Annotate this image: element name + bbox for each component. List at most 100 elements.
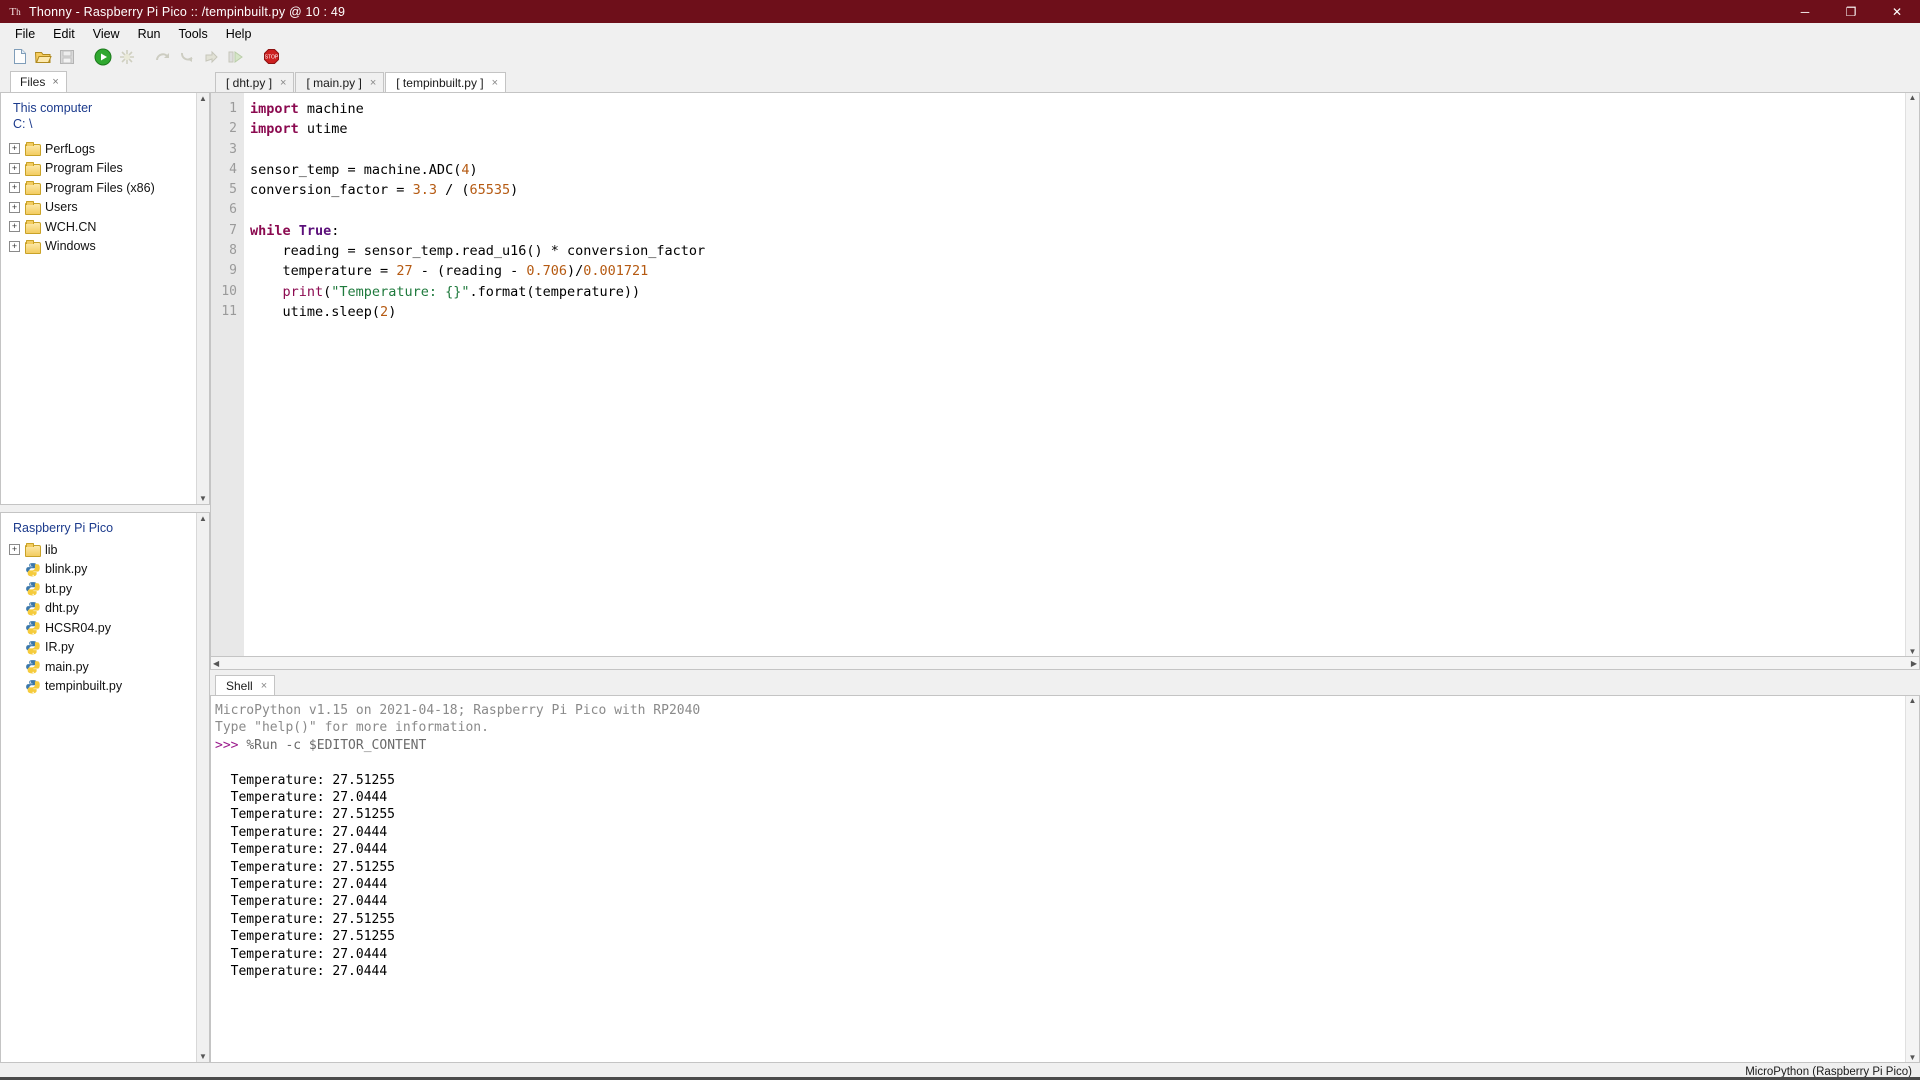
shell-output[interactable]: MicroPython v1.15 on 2021-04-18; Raspber… — [211, 696, 1905, 1062]
expand-icon[interactable]: + — [9, 162, 20, 174]
step-out-icon[interactable] — [200, 46, 222, 68]
menu-item-help[interactable]: Help — [217, 25, 261, 43]
expand-icon[interactable]: + — [9, 143, 20, 155]
expand-icon[interactable]: + — [9, 221, 20, 233]
files-tree-item-label: PerfLogs — [45, 141, 96, 156]
menu-item-run[interactable]: Run — [129, 25, 170, 43]
expander-placeholder — [9, 681, 20, 692]
files-panel-scrollbar[interactable]: ▲ ▼ — [196, 93, 209, 504]
editor-tab-label: [ main.py ] — [306, 75, 362, 90]
scrollbar-thumb[interactable] — [198, 105, 208, 492]
files-tree-item-label: Users — [45, 200, 78, 215]
interpreter-label[interactable]: MicroPython (Raspberry Pi Pico) — [1745, 1066, 1912, 1078]
device-tree-item-hcsr04[interactable]: HCSR04.py — [1, 618, 196, 638]
expand-icon[interactable]: + — [9, 544, 20, 556]
close-icon[interactable]: × — [370, 77, 376, 89]
scroll-down-icon[interactable]: ▼ — [1909, 647, 1917, 656]
shell-vertical-scrollbar[interactable]: ▲ ▼ — [1905, 696, 1919, 1062]
device-tree-item-bt[interactable]: bt.py — [1, 579, 196, 599]
toolbar: STOP — [0, 44, 1920, 70]
scroll-right-icon[interactable]: ▶ — [1911, 659, 1919, 668]
files-tree-item-windows[interactable]: + Windows — [1, 237, 196, 257]
workspace: Files × This computer C: \ + PerfLogs + … — [0, 70, 1920, 1063]
menu-item-edit[interactable]: Edit — [44, 25, 84, 43]
window-controls: ─ ❐ ✕ — [1782, 0, 1920, 23]
expand-icon[interactable]: + — [9, 201, 20, 213]
menu-item-view[interactable]: View — [84, 25, 129, 43]
tab-shell[interactable]: Shell × — [215, 675, 276, 695]
scrollbar-thumb[interactable] — [198, 525, 208, 1050]
line-number: 8 — [229, 243, 237, 259]
scroll-up-icon[interactable]: ▲ — [199, 94, 207, 103]
files-panel-tabstrip: Files × — [0, 70, 210, 92]
scroll-up-icon[interactable]: ▲ — [1909, 93, 1917, 102]
main-area: [ dht.py ] × [ main.py ] × [ tempinbuilt… — [210, 70, 1920, 1063]
close-icon[interactable]: × — [261, 680, 267, 692]
open-file-icon[interactable] — [32, 46, 54, 68]
maximize-button[interactable]: ❐ — [1828, 0, 1874, 23]
expand-icon[interactable]: + — [9, 240, 20, 252]
editor-tab-tempinbuilt[interactable]: [ tempinbuilt.py ] × — [385, 72, 507, 92]
folder-icon — [25, 220, 41, 235]
device-tree-item-ir[interactable]: IR.py — [1, 638, 196, 658]
device-tree-item-tempinbuilt[interactable]: tempinbuilt.py — [1, 677, 196, 697]
close-icon[interactable]: × — [280, 77, 286, 89]
line-number: 5 — [229, 182, 237, 198]
files-tree-item-program-files-x86[interactable]: + Program Files (x86) — [1, 178, 196, 198]
tab-shell-label: Shell — [226, 678, 253, 693]
line-number: 9 — [229, 263, 237, 279]
files-tree-item-perflogs[interactable]: + PerfLogs — [1, 139, 196, 159]
device-tree[interactable]: Raspberry Pi Pico + lib blink.py bt.py d… — [1, 513, 196, 1062]
toolbar-separator-3 — [248, 46, 258, 68]
left-sidebar: Files × This computer C: \ + PerfLogs + … — [0, 70, 210, 1063]
expand-icon[interactable]: + — [9, 182, 20, 194]
device-panel-body: Raspberry Pi Pico + lib blink.py bt.py d… — [0, 512, 210, 1063]
step-over-icon[interactable] — [152, 46, 174, 68]
scroll-down-icon[interactable]: ▼ — [199, 494, 207, 503]
minimize-button[interactable]: ─ — [1782, 0, 1828, 23]
scroll-down-icon[interactable]: ▼ — [199, 1052, 207, 1061]
expander-placeholder — [9, 642, 20, 653]
line-number: 11 — [221, 303, 237, 319]
scroll-down-icon[interactable]: ▼ — [1909, 1053, 1917, 1062]
line-number: 6 — [229, 202, 237, 218]
debug-icon[interactable] — [116, 46, 138, 68]
menu-item-file[interactable]: File — [6, 25, 44, 43]
folder-icon — [25, 239, 41, 254]
close-button[interactable]: ✕ — [1874, 0, 1920, 23]
close-icon[interactable]: × — [492, 77, 498, 89]
expander-placeholder — [9, 661, 20, 672]
files-tree[interactable]: This computer C: \ + PerfLogs + Program … — [1, 93, 196, 504]
new-file-icon[interactable] — [8, 46, 30, 68]
run-icon[interactable] — [92, 46, 114, 68]
device-tree-item-main[interactable]: main.py — [1, 657, 196, 677]
editor-vertical-scrollbar[interactable]: ▲ ▼ — [1905, 93, 1919, 656]
device-tree-item-lib[interactable]: + lib — [1, 540, 196, 560]
files-tree-item-label: WCH.CN — [45, 219, 97, 234]
scroll-up-icon[interactable]: ▲ — [199, 514, 207, 523]
close-icon[interactable]: × — [52, 76, 58, 88]
step-into-icon[interactable] — [176, 46, 198, 68]
scroll-left-icon[interactable]: ◀ — [211, 659, 219, 668]
editor-horizontal-scrollbar[interactable]: ◀ ▶ — [210, 657, 1920, 670]
stop-icon[interactable]: STOP — [260, 46, 282, 68]
device-panel-scrollbar[interactable]: ▲ ▼ — [196, 513, 209, 1062]
menu-bar: File Edit View Run Tools Help — [0, 23, 1920, 44]
files-tree-item-wchcn[interactable]: + WCH.CN — [1, 217, 196, 237]
editor-tab-dht[interactable]: [ dht.py ] × — [215, 72, 295, 92]
device-tree-item-blink[interactable]: blink.py — [1, 560, 196, 580]
scroll-up-icon[interactable]: ▲ — [1909, 696, 1917, 705]
files-tree-item-users[interactable]: + Users — [1, 198, 196, 218]
menu-item-tools[interactable]: Tools — [170, 25, 217, 43]
files-tree-item-program-files[interactable]: + Program Files — [1, 159, 196, 179]
editor-tab-main[interactable]: [ main.py ] × — [295, 72, 385, 92]
this-computer-label: This computer — [13, 101, 93, 115]
device-tree-item-dht[interactable]: dht.py — [1, 599, 196, 619]
toolbar-separator-1 — [80, 46, 90, 68]
save-file-icon[interactable] — [56, 46, 78, 68]
code-text-area[interactable]: import machine import utime sensor_temp =… — [244, 93, 1905, 656]
tab-files[interactable]: Files × — [10, 71, 67, 92]
python-file-icon — [25, 659, 40, 674]
resume-icon[interactable] — [224, 46, 246, 68]
device-tree-item-label: bt.py — [45, 581, 73, 596]
